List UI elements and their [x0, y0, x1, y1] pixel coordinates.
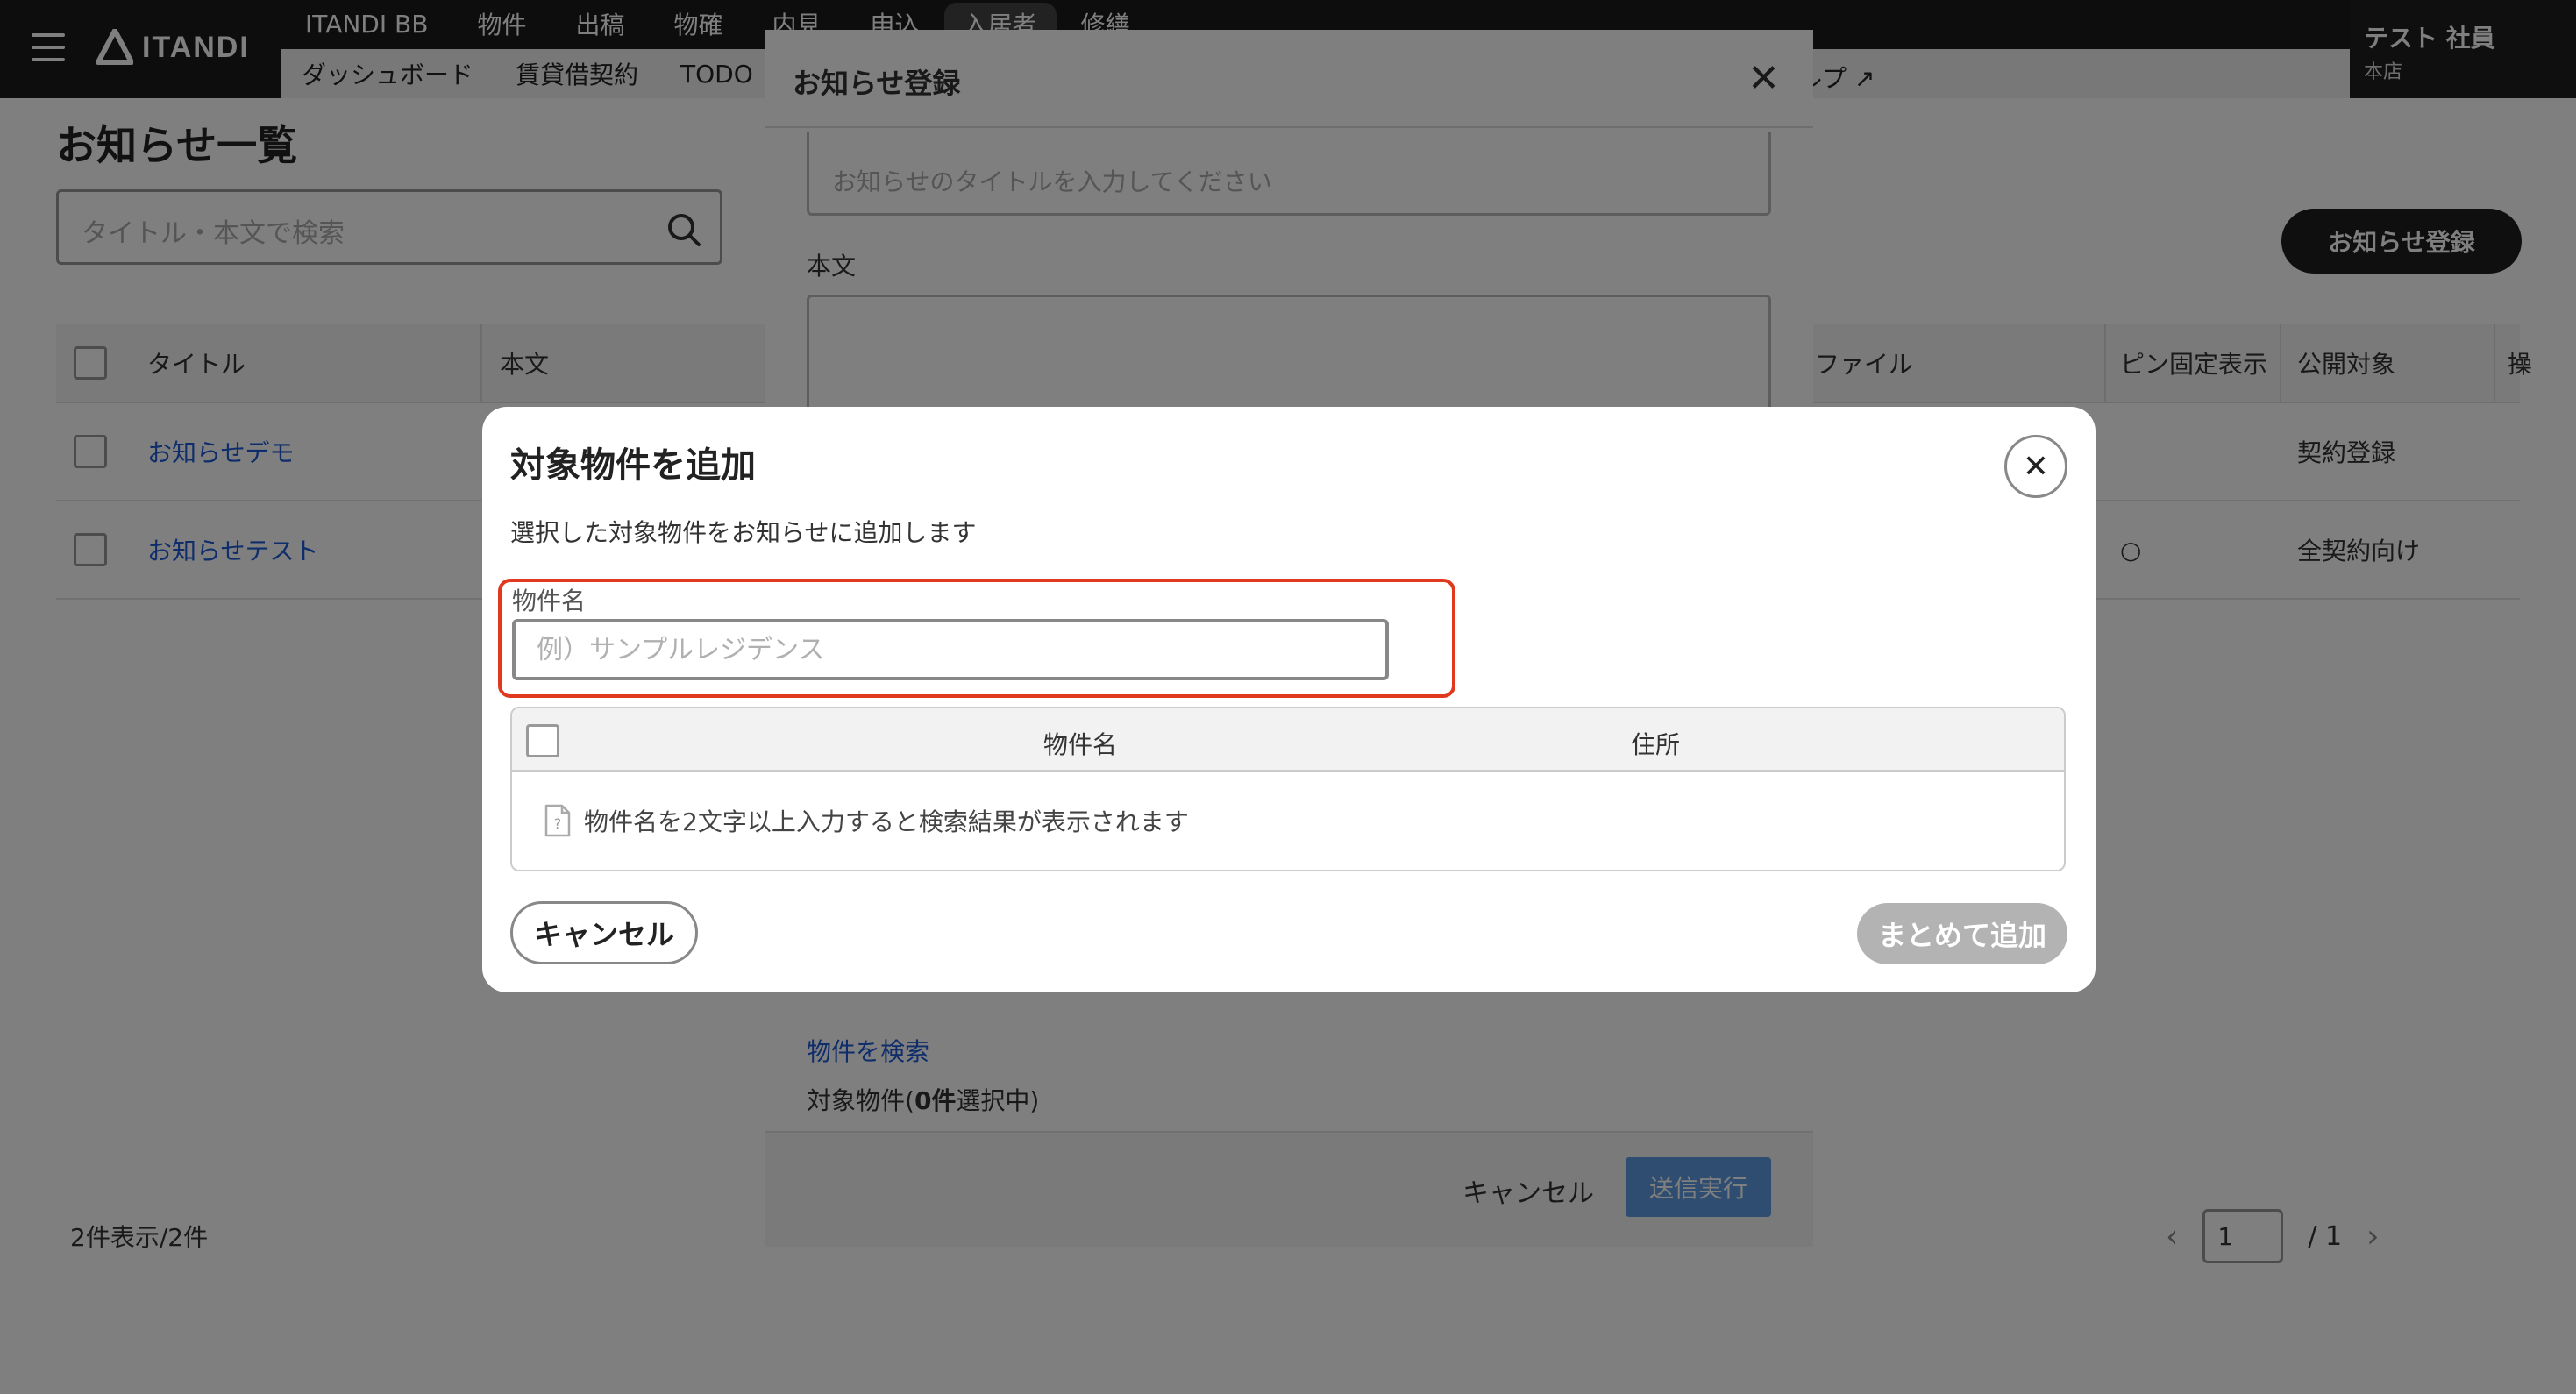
empty-results-message: ? 物件名を2文字以上入力すると検索結果が表示されます: [544, 803, 1189, 838]
close-icon[interactable]: ✕: [2004, 435, 2067, 498]
property-results-table: 物件名 住所 ? 物件名を2文字以上入力すると検索結果が表示されます: [510, 707, 2066, 871]
property-name-label: 物件名: [512, 587, 587, 615]
property-name-input[interactable]: [512, 619, 1389, 680]
svg-text:?: ?: [554, 815, 562, 832]
column-header-address: 住所: [1631, 730, 1681, 759]
property-name-field-highlight: 物件名: [498, 579, 1455, 698]
select-all-properties-checkbox[interactable]: [526, 724, 559, 757]
cancel-button[interactable]: キャンセル: [510, 901, 698, 964]
add-property-modal-title: 対象物件を追加: [510, 445, 756, 486]
empty-message-text: 物件名を2文字以上入力すると検索結果が表示されます: [584, 807, 1189, 836]
bulk-add-button[interactable]: まとめて追加: [1857, 903, 2067, 964]
app-page: ITANDI ITANDI BB 物件 出稿 物確 内見 申込 入居者 修繕 ダ…: [0, 0, 2576, 1394]
add-property-description: 選択した対象物件をお知らせに追加します: [510, 518, 977, 547]
results-table-header: 物件名 住所: [512, 708, 2064, 772]
column-header-property-name: 物件名: [1043, 730, 1118, 759]
add-property-modal: 対象物件を追加 ✕ 選択した対象物件をお知らせに追加します 物件名 物件名 住所…: [482, 407, 2096, 992]
question-document-icon: ?: [544, 804, 571, 837]
